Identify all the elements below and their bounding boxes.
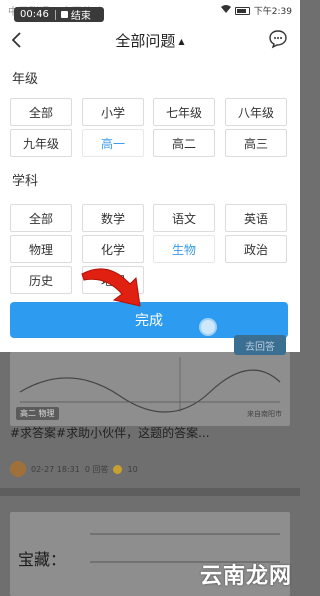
grade-chip[interactable]: 小学	[82, 98, 144, 126]
subject-chip[interactable]: 语文	[153, 204, 215, 232]
grade-chip[interactable]: 高三	[225, 129, 287, 157]
question-image-card[interactable]: 高二 物理 来自南阳市	[10, 352, 290, 426]
recorder-time: 00:46	[20, 9, 49, 20]
subject-chip[interactable]: 历史	[10, 266, 72, 294]
question-tag: 高二 物理	[16, 407, 59, 420]
status-bar: 中国联通 | 中国移动 00:46 结束 下午2:39	[0, 0, 300, 22]
done-button[interactable]: 完成	[10, 302, 288, 338]
question-meta: 02-27 18:31 0 回答 10	[10, 461, 138, 477]
battery-icon	[234, 6, 250, 15]
recorder-stop-button[interactable]: 结束	[56, 7, 91, 22]
recorder-stop-label: 结束	[70, 11, 91, 22]
grade-chip[interactable]: 七年级	[153, 98, 215, 126]
page-title[interactable]: 全部问题 ▲	[0, 30, 300, 51]
feed-divider	[0, 488, 300, 496]
subject-chip[interactable]: 全部	[10, 204, 72, 232]
clock-text: 下午2:39	[253, 7, 292, 17]
nav-bar: 全部问题 ▲	[0, 20, 300, 60]
page-title-text: 全部问题	[115, 32, 176, 50]
handwriting-text: 宝藏：	[18, 550, 67, 569]
question-text[interactable]: #求答案#求助小伙伴，这题的答案...	[10, 424, 210, 441]
subject-chip[interactable]: 政治	[225, 235, 287, 263]
coin-icon	[113, 464, 123, 474]
watermark-text: 云南龙网	[199, 564, 292, 589]
grade-chip[interactable]: 八年级	[225, 98, 287, 126]
subject-chip[interactable]: 英语	[225, 204, 287, 232]
subject-chip[interactable]: 数学	[82, 204, 144, 232]
grade-section-label: 年级	[12, 72, 39, 87]
subject-chip[interactable]: 地理	[82, 266, 144, 294]
chat-bubble-icon	[269, 30, 287, 49]
question-source: 来自南阳市	[247, 410, 282, 418]
subject-chip[interactable]: 化学	[82, 235, 144, 263]
stop-icon	[60, 11, 68, 18]
screen-recorder-pill[interactable]: 00:46 结束	[14, 7, 104, 22]
answer-button[interactable]: 去回答	[234, 335, 286, 355]
grade-chip[interactable]: 全部	[10, 98, 72, 126]
subject-section-label: 学科	[12, 174, 39, 189]
grade-chip[interactable]: 九年级	[10, 129, 72, 157]
wifi-icon	[220, 5, 231, 16]
question-reward: 10	[127, 464, 138, 474]
status-icons: 下午2:39	[220, 4, 292, 17]
touch-indicator	[199, 318, 217, 336]
avatar[interactable]	[10, 461, 26, 477]
subject-chip[interactable]: 物理	[10, 235, 72, 263]
subject-chip-selected[interactable]: 生物	[153, 235, 215, 263]
question-answer-count: 0 回答	[84, 464, 109, 474]
chat-button[interactable]	[268, 29, 288, 49]
grade-chip-selected[interactable]: 高一	[82, 129, 144, 157]
caret-up-icon: ▲	[178, 37, 185, 46]
grade-chip[interactable]: 高二	[153, 129, 215, 157]
question-date: 02-27 18:31	[31, 464, 80, 474]
